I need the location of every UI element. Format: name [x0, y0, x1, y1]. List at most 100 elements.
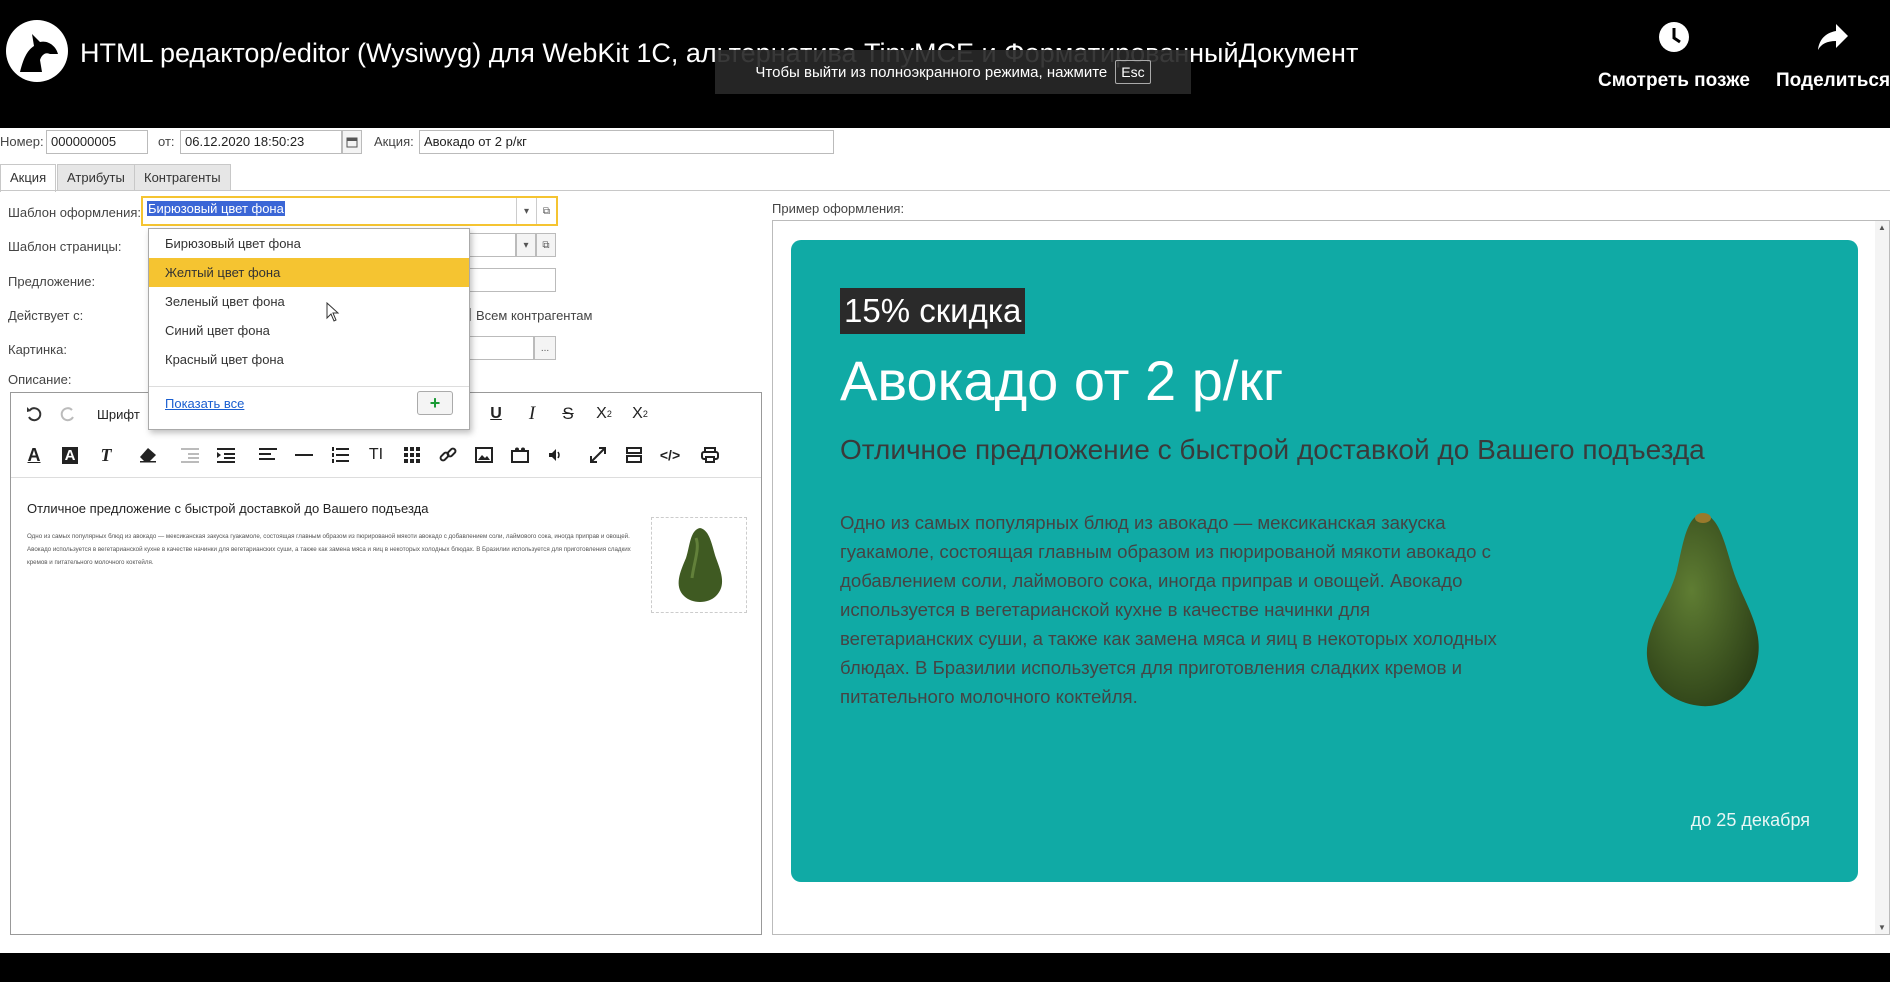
promo-deadline: до 25 декабря	[1690, 810, 1810, 830]
add-template-button[interactable]: +	[417, 391, 453, 415]
date-field[interactable]: 06.12.2020 18:50:23	[180, 130, 342, 154]
align-left-button[interactable]	[253, 440, 283, 470]
editor-avocado-image[interactable]	[651, 517, 747, 613]
show-all-link[interactable]: Показать все	[165, 396, 244, 411]
html-editor: Шрифт U I S X2 X2 A A T TI </> Отличное …	[10, 392, 762, 935]
tab-divider	[0, 190, 1890, 191]
scroll-down-icon[interactable]: ▼	[1878, 923, 1886, 932]
promo-line: добавлением соли, лаймового сока, иногда…	[840, 570, 1463, 591]
toolbar-divider	[11, 477, 761, 478]
promo-line: вегетарианских суши, а также как замена …	[840, 628, 1497, 649]
channel-logo[interactable]	[6, 20, 68, 82]
template-dropdown: Бирюзовый цвет фона Желтый цвет фона Зел…	[148, 228, 470, 430]
text-color-button[interactable]: A	[19, 440, 49, 470]
avocado-icon	[678, 528, 723, 602]
preview-scrollbar[interactable]: ▲ ▼	[1875, 221, 1889, 934]
fullscreen-exit-hint: Чтобы выйти из полноэкранного режима, на…	[715, 50, 1191, 94]
page-template-dropdown-button[interactable]: ▾	[516, 233, 536, 257]
dropdown-item-red[interactable]: Красный цвет фона	[149, 345, 469, 374]
number-label: Номер:	[0, 134, 44, 149]
template-select[interactable]: Бирюзовый цвет фона	[143, 198, 516, 224]
numbered-list-icon	[332, 447, 349, 463]
source-code-button[interactable]: </>	[655, 440, 685, 470]
preview-label: Пример оформления:	[772, 201, 905, 216]
image-button[interactable]	[469, 440, 499, 470]
template-button[interactable]	[619, 440, 649, 470]
eraser-icon	[140, 448, 156, 463]
number-field[interactable]: 000000005	[46, 130, 148, 154]
promo-name-field[interactable]: Авокадо от 2 р/кг	[419, 130, 834, 154]
page-template-open-button[interactable]: ⧉	[536, 233, 556, 257]
dropdown-item-green[interactable]: Зеленый цвет фона	[149, 287, 469, 316]
clock-icon	[1658, 22, 1689, 52]
undo-button[interactable]	[19, 399, 49, 429]
chevron-down-icon: ▾	[523, 205, 530, 217]
indent-button[interactable]	[211, 440, 241, 470]
clear-format-button[interactable]	[133, 440, 163, 470]
promo-label: Акция:	[374, 134, 414, 149]
audio-button[interactable]	[541, 440, 571, 470]
promo-subtitle: Отличное предложение с быстрой доставкой…	[840, 434, 1705, 465]
dropdown-item-blue[interactable]: Синий цвет фона	[149, 316, 469, 345]
format-button[interactable]: T	[91, 440, 121, 470]
template-dropdown-button[interactable]: ▾	[516, 198, 536, 224]
highlight-button[interactable]: A	[55, 440, 85, 470]
promo-line: блюдах. В Бразилии используется для приг…	[840, 657, 1463, 678]
promo-line: гуакамоле, состоящая главным образом из …	[840, 541, 1491, 562]
redo-button[interactable]	[53, 399, 83, 429]
editor-body: Одно из самых популярных блюд из авокадо…	[27, 533, 631, 566]
align-left-icon	[259, 448, 277, 460]
share-button[interactable]: Поделиться	[1776, 18, 1890, 92]
outdent-button[interactable]	[175, 440, 205, 470]
promo-line: питательного молочного коктейля.	[840, 686, 1138, 707]
watch-later-label: Смотреть позже	[1598, 70, 1750, 91]
undo-icon	[27, 407, 42, 422]
tab-promo[interactable]: Акция	[0, 164, 57, 192]
template-open-button[interactable]: ⧉	[536, 198, 556, 224]
promo-line: Одно из самых популярных блюд из авокадо…	[840, 512, 1446, 533]
dropdown-item-yellow[interactable]: Желтый цвет фона	[149, 258, 469, 287]
numbered-list-button[interactable]	[325, 440, 355, 470]
tab-attributes[interactable]: Атрибуты	[57, 164, 135, 191]
superscript-button[interactable]: X2	[625, 399, 655, 429]
all-contractors-label: Всем контрагентам	[476, 308, 593, 323]
template-select-value: Бирюзовый цвет фона	[147, 201, 285, 216]
discount-badge: 15% скидка	[840, 288, 1026, 334]
calendar-icon	[346, 137, 358, 148]
font-button[interactable]: Шрифт	[97, 407, 140, 422]
watch-later-button[interactable]: Смотреть позже	[1598, 18, 1750, 92]
indent-icon	[217, 448, 235, 463]
tab-contractors[interactable]: Контрагенты	[134, 164, 231, 191]
esc-hint-text: Чтобы выйти из полноэкранного режима, на…	[755, 63, 1108, 81]
scroll-up-icon[interactable]: ▲	[1878, 223, 1886, 232]
font-size-button[interactable]: TI	[361, 440, 391, 470]
subscript-button[interactable]: X2	[589, 399, 619, 429]
highlight-icon: A	[61, 446, 79, 464]
link-icon	[439, 447, 457, 462]
printer-icon	[701, 447, 719, 463]
description-label: Описание:	[8, 372, 72, 387]
picture-select-button[interactable]: ...	[534, 336, 556, 360]
video-bottom-bar	[0, 953, 1890, 982]
dropdown-item-turquoise[interactable]: Бирюзовый цвет фона	[149, 229, 469, 258]
outdent-icon	[181, 448, 199, 463]
italic-button[interactable]: I	[517, 399, 547, 429]
offer-label: Предложение:	[8, 274, 96, 289]
print-button[interactable]	[695, 440, 725, 470]
link-button[interactable]	[433, 440, 463, 470]
promo-description: Одно из самых популярных блюд из авокадо…	[840, 508, 1560, 711]
open-icon: ⧉	[542, 205, 551, 217]
editor-heading: Отличное предложение с быстрой доставкой…	[27, 501, 429, 516]
horizontal-rule-button[interactable]	[289, 440, 319, 470]
strikethrough-button[interactable]: S	[553, 399, 583, 429]
speaker-icon	[549, 449, 560, 461]
video-button[interactable]	[505, 440, 535, 470]
mouse-cursor-icon	[326, 302, 340, 322]
fullscreen-button[interactable]	[583, 440, 613, 470]
picture-label: Картинка:	[8, 342, 67, 357]
underline-button[interactable]: U	[481, 399, 511, 429]
template-icon	[626, 447, 642, 463]
avocado-image	[1646, 513, 1759, 707]
calendar-button[interactable]	[342, 130, 362, 154]
table-button[interactable]	[397, 440, 427, 470]
